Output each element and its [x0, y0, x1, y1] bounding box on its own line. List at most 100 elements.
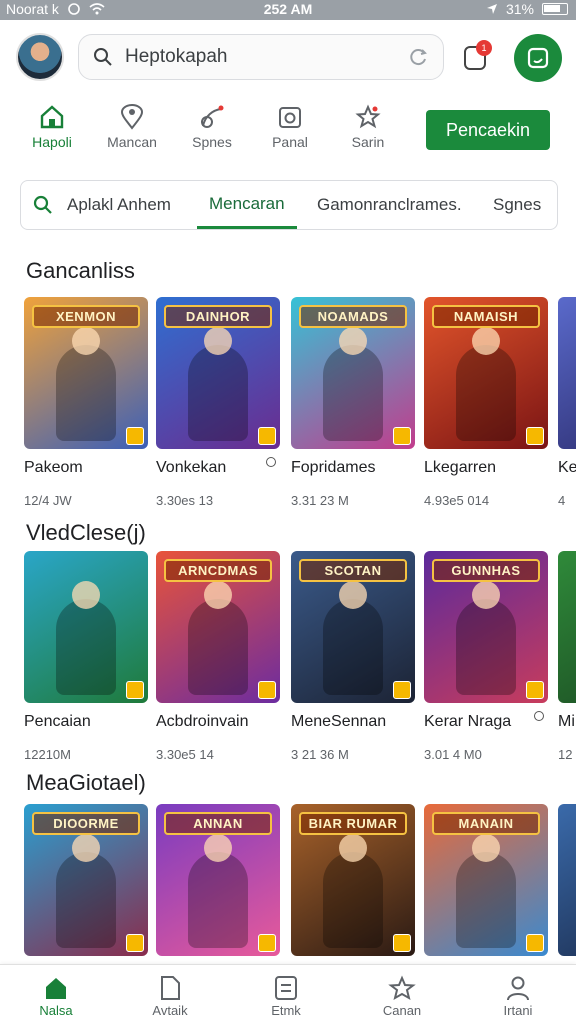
- game-logo-text: ARNCDMAS: [164, 559, 272, 582]
- app-thumbnail[interactable]: NAMAISH: [424, 297, 548, 449]
- star-icon: [355, 104, 381, 129]
- category-label: Hapoli: [32, 134, 72, 150]
- primary-action-button[interactable]: Pencaekin: [426, 110, 550, 150]
- game-logo-text: DIOORME: [32, 812, 140, 835]
- avatar[interactable]: [16, 33, 64, 81]
- app-card[interactable]: DAINHOR Vonkekan 3.30es 13: [156, 297, 280, 508]
- app-size: 3.30e5 14: [156, 747, 214, 762]
- category-spnes[interactable]: Spnes: [172, 100, 252, 150]
- app-card[interactable]: NAMAISH Lkegarren 4.93e5 014: [424, 297, 548, 508]
- app-name: Kerar Nraga: [424, 713, 512, 730]
- hero-illustration: [323, 834, 383, 948]
- app-name: Acbdroinvain: [156, 713, 249, 730]
- app-badge-icon: [258, 427, 276, 445]
- app-thumbnail[interactable]: MANAIN: [424, 804, 548, 956]
- app-card[interactable]: NOAMADS Fopridames 3.31 23 M: [291, 297, 415, 508]
- category-panal[interactable]: Panal: [250, 100, 330, 150]
- hero-illustration: [188, 834, 248, 948]
- app-thumbnail[interactable]: ARNCDMAS: [156, 551, 280, 703]
- voice-search-icon[interactable]: [409, 47, 429, 67]
- app-thumbnail[interactable]: [558, 804, 576, 956]
- app-card[interactable]: MANAIN: [424, 804, 548, 956]
- category-label: Mancan: [107, 134, 157, 150]
- game-logo-text: NOAMADS: [299, 305, 407, 328]
- nav-label: Canan: [382, 1003, 422, 1018]
- hero-illustration: [323, 327, 383, 441]
- app-badge-icon: [393, 934, 411, 952]
- app-card[interactable]: [558, 804, 576, 956]
- tab-bar: Aplakl Anhem Mencaran Gamonranclrames. S…: [20, 180, 558, 230]
- search-bar[interactable]: Heptokapah: [78, 34, 444, 80]
- app-size: 3.01 4 M0: [424, 747, 482, 762]
- section-title: VledClese(j): [26, 520, 146, 545]
- app-card[interactable]: Pencaian 12210M: [24, 551, 148, 762]
- nav-nalsa[interactable]: Nalsa: [16, 973, 96, 1018]
- app-thumbnail[interactable]: GUNNHAS: [424, 551, 548, 703]
- nav-etmk[interactable]: Etmk: [246, 973, 326, 1018]
- hero-illustration: [56, 581, 116, 695]
- chat-icon: [527, 47, 549, 69]
- hero-illustration: [456, 834, 516, 948]
- app-row: Pencaian 12210M ARNCDMAS Acbdroinvain 3.30e5…: [0, 551, 576, 762]
- battery-percent: 31%: [505, 1, 534, 17]
- app-card[interactable]: DIOORME: [24, 804, 148, 956]
- app-thumbnail[interactable]: [558, 297, 576, 449]
- app-badge-icon: [126, 934, 144, 952]
- app-card[interactable]: Ke 4: [558, 297, 576, 508]
- game-logo-text: BIAR RUMAR: [299, 812, 407, 835]
- tab-mencaran[interactable]: Mencaran: [197, 181, 297, 229]
- app-card[interactable]: SCOTAN MeneSennan 3 21 36 M: [291, 551, 415, 762]
- app-thumbnail[interactable]: XENMON: [24, 297, 148, 449]
- app-card[interactable]: BIAR RUMAR: [291, 804, 415, 956]
- app-card[interactable]: XENMON Pakeom 12/4 JW: [24, 297, 148, 508]
- app-badge-icon: [526, 427, 544, 445]
- nav-avtaik[interactable]: Avtaik: [130, 973, 210, 1018]
- category-sarin[interactable]: Sarin: [328, 100, 408, 150]
- menu-button[interactable]: [514, 34, 562, 82]
- search-input[interactable]: Heptokapah: [125, 46, 409, 68]
- app-thumbnail[interactable]: BIAR RUMAR: [291, 804, 415, 956]
- home-icon: [40, 105, 64, 129]
- app-card[interactable]: ANNAN: [156, 804, 280, 956]
- category-mancan[interactable]: Mancan: [92, 100, 172, 150]
- app-badge-icon: [393, 681, 411, 699]
- person-icon: [507, 976, 529, 1001]
- search-icon: [94, 48, 112, 66]
- game-logo-text: SCOTAN: [299, 559, 407, 582]
- app-badge-icon: [126, 427, 144, 445]
- app-thumbnail[interactable]: DIOORME: [24, 804, 148, 956]
- app-size: 4: [558, 493, 566, 508]
- app-card[interactable]: ARNCDMAS Acbdroinvain 3.30e5 14: [156, 551, 280, 762]
- app-badge-icon: [526, 934, 544, 952]
- app-thumbnail[interactable]: [558, 551, 576, 703]
- nav-canan[interactable]: Canan: [362, 973, 442, 1018]
- app-card[interactable]: Mi 12: [558, 551, 576, 762]
- play-store-screen: Noorat k 252 AM 31% Heptokapah 1 Hapoli …: [0, 0, 576, 1024]
- nav-label: Nalsa: [39, 1003, 73, 1018]
- camera-icon: [279, 107, 301, 128]
- hero-illustration: [456, 581, 516, 695]
- battery-icon: [542, 3, 568, 15]
- app-card[interactable]: GUNNHAS Kerar Nraga 3.01 4 M0: [424, 551, 548, 762]
- tab-label: Mencaran: [209, 193, 285, 213]
- nav-irtani[interactable]: Irtani: [478, 973, 558, 1018]
- installed-indicator-icon: [266, 457, 276, 467]
- category-home[interactable]: Hapoli: [12, 100, 92, 150]
- app-badge-icon: [126, 681, 144, 699]
- app-size: 4.93e5 014: [424, 493, 490, 508]
- app-thumbnail[interactable]: NOAMADS: [291, 297, 415, 449]
- app-badge-icon: [258, 681, 276, 699]
- tab-label: Gamonranclrames.: [317, 195, 462, 214]
- app-thumbnail[interactable]: SCOTAN: [291, 551, 415, 703]
- tab-gamonranclrames[interactable]: Gamonranclrames.: [317, 181, 462, 229]
- app-row: XENMON Pakeom 12/4 JW DAINHOR Vonkekan 3.30es…: [0, 297, 576, 508]
- tab-sgnes[interactable]: Sgnes: [493, 181, 541, 229]
- game-logo-text: GUNNHAS: [432, 559, 540, 582]
- app-thumbnail[interactable]: [24, 551, 148, 703]
- app-size: 3.31 23 M: [291, 493, 349, 508]
- notifications-button[interactable]: 1: [458, 40, 492, 74]
- app-name: Pencaian: [24, 713, 91, 730]
- app-thumbnail[interactable]: ANNAN: [156, 804, 280, 956]
- tab-aplakl-anhem[interactable]: Aplakl Anhem: [33, 181, 171, 229]
- app-thumbnail[interactable]: DAINHOR: [156, 297, 280, 449]
